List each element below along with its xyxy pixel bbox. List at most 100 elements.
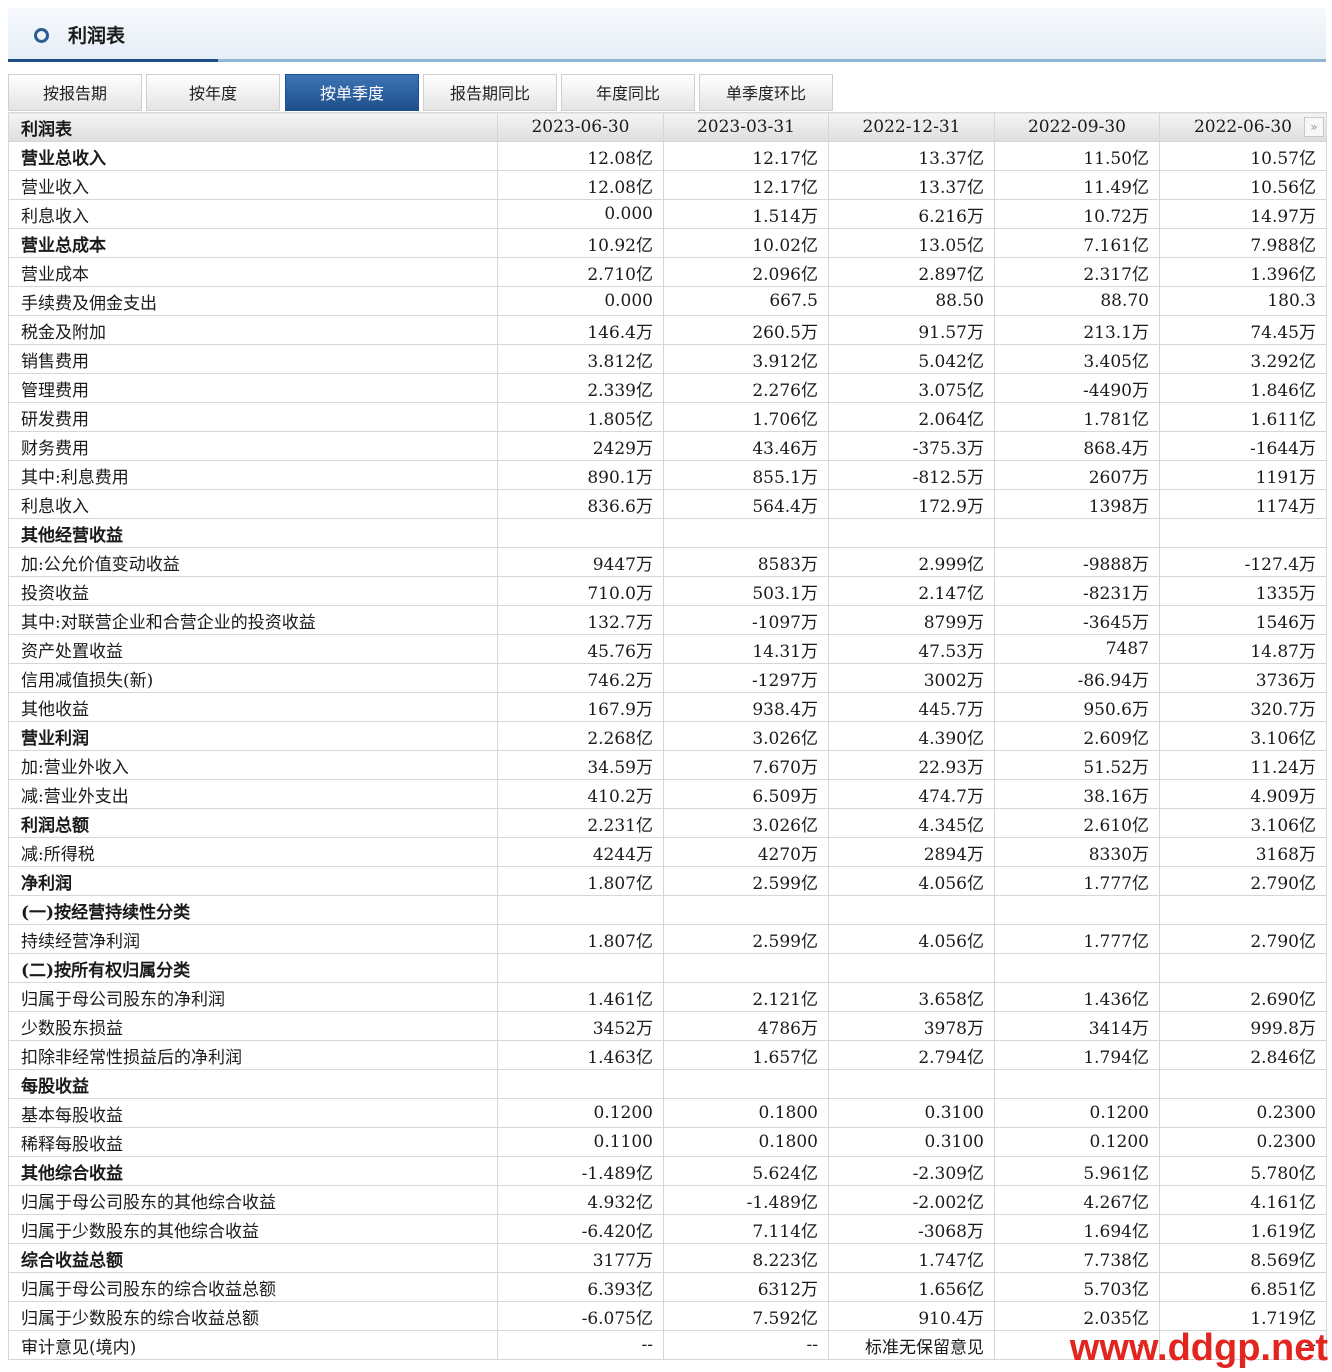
row-value: 2.999亿 — [828, 547, 995, 577]
row-value — [994, 518, 1160, 548]
row-label: 归属于少数股东的综合收益总额 — [8, 1301, 498, 1331]
row-value: 3414万 — [994, 1011, 1160, 1041]
table-row: 财务费用 2429万 43.46万 -375.3万 868.4万 -1644万 — [8, 431, 1327, 461]
row-value: 3.106亿 — [1159, 808, 1327, 838]
row-value — [1159, 518, 1327, 548]
row-value: 3736万 — [1159, 663, 1327, 693]
column-header-label: 2023-03-31 — [696, 117, 795, 137]
row-value: 6.851亿 — [1159, 1272, 1327, 1302]
table-row: 扣除非经常性损益后的净利润 1.463亿 1.657亿 2.794亿 1.794亿 2.8… — [8, 1040, 1327, 1070]
row-value: 13.37亿 — [828, 141, 995, 171]
row-value: 3978万 — [828, 1011, 995, 1041]
row-value: 7.161亿 — [994, 228, 1160, 258]
row-value: 1.396亿 — [1159, 257, 1327, 287]
row-value: 1.794亿 — [994, 1040, 1160, 1070]
row-label: 利息收入 — [8, 199, 498, 229]
column-header-date[interactable]: 2023-06-30 — [497, 112, 664, 142]
row-value: 14.97万 — [1159, 199, 1327, 229]
row-value: 0.1200 — [994, 1127, 1160, 1157]
row-value: 13.37亿 — [828, 170, 995, 200]
row-value: 1.461亿 — [497, 982, 664, 1012]
row-value: 938.4万 — [663, 692, 829, 722]
tab-4[interactable]: 报告期同比 — [423, 74, 557, 111]
row-value: 8.569亿 — [1159, 1243, 1327, 1273]
table-row: 加:营业外收入 34.59万 7.670万 22.93万 51.52万 11.24万 — [8, 750, 1327, 780]
row-value: 13.05亿 — [828, 228, 995, 258]
row-value: 12.17亿 — [663, 170, 829, 200]
row-value — [828, 895, 995, 925]
row-value: 746.2万 — [497, 663, 664, 693]
row-value: 3.106亿 — [1159, 721, 1327, 751]
row-value: 14.87万 — [1159, 634, 1327, 664]
next-page-icon[interactable]: » — [1304, 117, 1324, 137]
row-value: -6.420亿 — [497, 1214, 664, 1244]
tab-3[interactable]: 按单季度 — [285, 74, 419, 111]
row-value: 0.3100 — [828, 1098, 995, 1128]
row-value: 6.509万 — [663, 779, 829, 809]
column-header-date[interactable]: 2022-09-30 — [994, 112, 1160, 142]
row-value: 5.703亿 — [994, 1272, 1160, 1302]
row-value: 7.592亿 — [663, 1301, 829, 1331]
row-value: 0.2300 — [1159, 1098, 1327, 1128]
row-value: 2.599亿 — [663, 866, 829, 896]
row-value: 1.805亿 — [497, 402, 664, 432]
row-label: 资产处置收益 — [8, 634, 498, 664]
row-value: -375.3万 — [828, 431, 995, 461]
row-value: 43.46万 — [663, 431, 829, 461]
row-value: 2.276亿 — [663, 373, 829, 403]
row-value: 1.657亿 — [663, 1040, 829, 1070]
row-value: 2.794亿 — [828, 1040, 995, 1070]
column-header-date[interactable]: 2022-12-31 — [828, 112, 995, 142]
tab-1[interactable]: 按报告期 — [8, 74, 142, 111]
row-value: 3.912亿 — [663, 344, 829, 374]
row-value: -127.4万 — [1159, 547, 1327, 577]
column-header-date[interactable]: 2023-03-31 — [663, 112, 829, 142]
row-label: 加:营业外收入 — [8, 750, 498, 780]
row-label: 减:所得税 — [8, 837, 498, 867]
row-value: 503.1万 — [663, 576, 829, 606]
row-value: 0.1200 — [497, 1098, 664, 1128]
row-value: 2.846亿 — [1159, 1040, 1327, 1070]
row-value: 1.777亿 — [994, 866, 1160, 896]
row-value: 4270万 — [663, 837, 829, 867]
table-row: 综合收益总额 3177万 8.223亿 1.747亿 7.738亿 8.569亿 — [8, 1243, 1327, 1273]
row-value: 1398万 — [994, 489, 1160, 519]
row-value: -812.5万 — [828, 460, 995, 490]
row-value: -86.94万 — [994, 663, 1160, 693]
row-label: 归属于母公司股东的综合收益总额 — [8, 1272, 498, 1302]
row-value — [497, 953, 664, 983]
row-value: 3177万 — [497, 1243, 664, 1273]
column-header-date[interactable]: 2022-06-30 » — [1159, 112, 1327, 142]
row-value: 2.064亿 — [828, 402, 995, 432]
row-value: 2.147亿 — [828, 576, 995, 606]
row-value: 4.932亿 — [497, 1185, 664, 1215]
tab-5[interactable]: 年度同比 — [561, 74, 695, 111]
row-value: -1.489亿 — [497, 1156, 664, 1186]
row-value — [1159, 1069, 1327, 1099]
row-label: (一)按经营持续性分类 — [8, 895, 498, 925]
row-value: 213.1万 — [994, 315, 1160, 345]
row-value: -1644万 — [1159, 431, 1327, 461]
row-value: 45.76万 — [497, 634, 664, 664]
row-value: 1.706亿 — [663, 402, 829, 432]
row-label: 净利润 — [8, 866, 498, 896]
row-value — [828, 953, 995, 983]
table-row: 加:公允价值变动收益 9447万 8583万 2.999亿 -9888万 -127.4万 — [8, 547, 1327, 577]
tab-2[interactable]: 按年度 — [146, 74, 280, 111]
row-value: 10.72万 — [994, 199, 1160, 229]
row-value — [497, 1069, 664, 1099]
tab-6[interactable]: 单季度环比 — [699, 74, 833, 111]
row-value: 868.4万 — [994, 431, 1160, 461]
table-corner-label: 利润表 — [8, 112, 498, 142]
row-label: 归属于少数股东的其他综合收益 — [8, 1214, 498, 1244]
row-value: 2.121亿 — [663, 982, 829, 1012]
row-value: 855.1万 — [663, 460, 829, 490]
table-row: 手续费及佣金支出 0.000 667.5 88.50 88.70 180.3 — [8, 286, 1327, 316]
row-value: 1.463亿 — [497, 1040, 664, 1070]
row-value: 1.777亿 — [994, 924, 1160, 954]
row-value: 38.16万 — [994, 779, 1160, 809]
row-label: 基本每股收益 — [8, 1098, 498, 1128]
row-label: 其中:利息费用 — [8, 460, 498, 490]
row-value: 22.93万 — [828, 750, 995, 780]
row-value — [663, 895, 829, 925]
